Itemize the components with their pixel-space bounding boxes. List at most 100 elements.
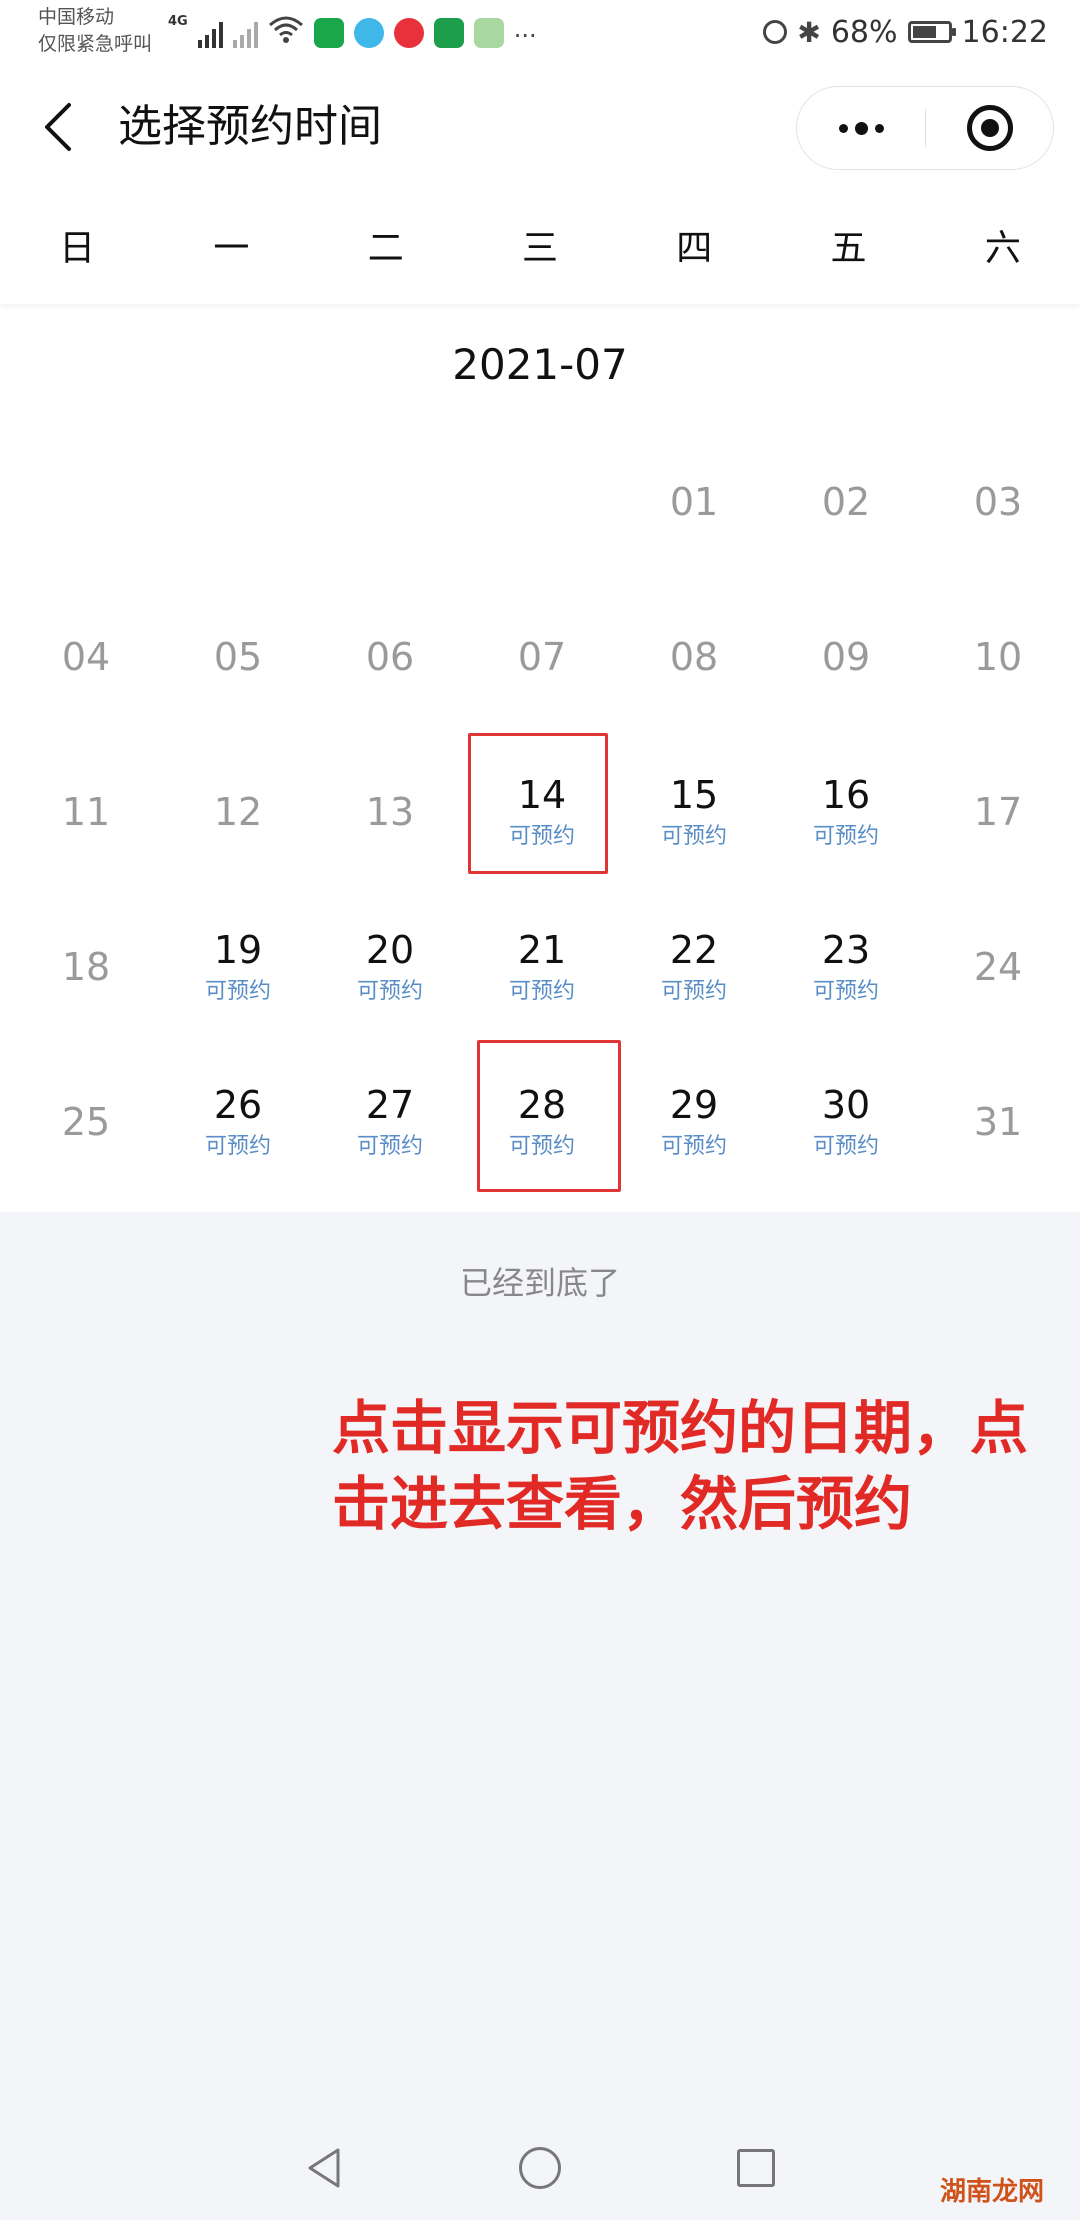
day-cell-25: 25 — [10, 1044, 162, 1199]
weekday-label: 日 — [59, 228, 96, 269]
day-cell-11: 11 — [10, 734, 162, 889]
day-cell-08: 08 — [618, 579, 770, 734]
nav-home-button[interactable] — [500, 2128, 580, 2208]
day-cell-29[interactable]: 29 可预约 — [618, 1044, 770, 1199]
day-cell-24: 24 — [922, 889, 1074, 1044]
day-cell-22[interactable]: 22 可预约 — [618, 889, 770, 1044]
video-app-icon — [353, 18, 384, 48]
recent-apps-icon — [737, 2149, 775, 2187]
weekday-header: 日一二三四五六 — [0, 194, 1080, 304]
network-type-label: 4G — [168, 14, 188, 29]
watermark: 湖南龙网 — [939, 2177, 1044, 2207]
month-title: 2021-07 — [452, 340, 628, 389]
target-circle-icon — [967, 105, 1013, 151]
day-number: 01 — [669, 479, 719, 524]
day-cell-26[interactable]: 26 可预约 — [162, 1044, 314, 1199]
day-cell-27[interactable]: 27 可预约 — [314, 1044, 466, 1199]
day-number: 06 — [365, 634, 415, 679]
header: 选择预约时间 — [0, 64, 1080, 194]
weekday-label: 五 — [830, 228, 867, 269]
day-cell-19[interactable]: 19 可预约 — [162, 889, 314, 1044]
day-cell-16[interactable]: 16 可预约 — [770, 734, 922, 889]
weekday-label: 四 — [676, 228, 713, 269]
day-cell-07: 07 — [466, 579, 618, 734]
end-of-list-text: 已经到底了 — [459, 1264, 620, 1302]
day-number: 20 — [365, 927, 415, 972]
day-number: 17 — [973, 789, 1023, 834]
carrier-emergency: 仅限紧急呼叫 — [38, 33, 153, 55]
back-button[interactable] — [30, 94, 86, 160]
more-notifications-icon: ··· — [513, 22, 537, 50]
day-number: 29 — [669, 1082, 719, 1127]
navigation-bar: 湖南龙网 — [0, 2110, 1080, 2220]
day-cell-20[interactable]: 20 可预约 — [314, 889, 466, 1044]
day-number: 04 — [61, 634, 111, 679]
weekday-label: 一 — [213, 228, 250, 269]
bookable-label: 可预约 — [812, 823, 879, 849]
bookable-label: 可预约 — [508, 1133, 575, 1159]
day-cell-12: 12 — [162, 734, 314, 889]
day-number: 28 — [517, 1082, 567, 1127]
day-cell-28[interactable]: 28 可预约 — [466, 1040, 621, 1199]
capsule-close-button[interactable] — [926, 87, 1054, 169]
day-number: 27 — [365, 1082, 415, 1127]
page-title: 选择预约时间 — [118, 101, 382, 152]
day-number: 10 — [973, 634, 1023, 679]
day-cell-21[interactable]: 21 可预约 — [466, 889, 618, 1044]
home-circle-icon — [519, 2147, 561, 2189]
status-right: ✱ 68% 16:22 — [763, 10, 1048, 54]
day-cell-13: 13 — [314, 734, 466, 889]
clock: 16:22 — [961, 14, 1048, 50]
carrier-info: 中国移动 仅限紧急呼叫 — [38, 4, 152, 58]
day-cell-30[interactable]: 30 可预约 — [770, 1044, 922, 1199]
day-cell-empty — [10, 424, 162, 579]
day-cell-06: 06 — [314, 579, 466, 734]
status-icons: 4G ··· — [168, 14, 537, 48]
nav-back-button[interactable] — [284, 2128, 364, 2208]
day-cell-01: 01 — [618, 424, 770, 579]
capsule-more-button[interactable] — [797, 87, 925, 169]
day-number: 19 — [213, 927, 263, 972]
day-number: 30 — [821, 1082, 871, 1127]
day-cell-17: 17 — [922, 734, 1074, 889]
day-number: 22 — [669, 927, 719, 972]
day-number: 03 — [973, 479, 1023, 524]
bookable-label: 可预约 — [660, 978, 727, 1004]
day-cell-23[interactable]: 23 可预约 — [770, 889, 922, 1044]
day-number: 08 — [669, 634, 719, 679]
bookable-label: 可预约 — [356, 1133, 423, 1159]
day-number: 11 — [61, 789, 111, 834]
day-cell-09: 09 — [770, 579, 922, 734]
day-number: 07 — [517, 634, 567, 679]
nav-recent-button[interactable] — [716, 2128, 796, 2208]
day-number: 15 — [669, 772, 719, 817]
day-cell-15[interactable]: 15 可预约 — [618, 734, 770, 889]
bookable-label: 可预约 — [508, 978, 575, 1004]
day-number: 18 — [61, 944, 111, 989]
annotation-text: 点击显示可预约的日期，点击进去查看，然后预约 — [332, 1394, 1029, 1538]
day-grid: 01 02 03 04 05 06 07 08 09 10 11 12 13 14 可预约 15 可预约 16 可预… — [10, 424, 1074, 1199]
day-cell-31: 31 — [922, 1044, 1074, 1199]
calendar: 2021-07 01 02 03 04 05 06 07 08 09 10 11 12 13 14 可预约 1… — [0, 304, 1080, 1212]
day-number: 23 — [821, 927, 871, 972]
day-cell-14[interactable]: 14 可预约 — [466, 733, 618, 889]
more-dots-icon — [874, 123, 884, 133]
day-cell-02: 02 — [770, 424, 922, 579]
day-number: 16 — [821, 772, 871, 817]
bluetooth-icon: ✱ — [797, 15, 821, 49]
bookable-label: 可预约 — [812, 1133, 879, 1159]
bookable-label: 可预约 — [356, 978, 423, 1004]
day-number: 12 — [213, 789, 263, 834]
day-number: 05 — [213, 634, 263, 679]
mini-program-capsule — [796, 86, 1054, 170]
weekday-label: 六 — [984, 228, 1021, 269]
status-bar: 中国移动 仅限紧急呼叫 4G ··· ✱ 68% 16:22 — [0, 0, 1080, 64]
bookable-label: 可预约 — [508, 823, 575, 849]
signal-icon — [197, 20, 223, 48]
day-cell-empty — [162, 424, 314, 579]
more-dots-icon — [838, 123, 848, 133]
wifi-icon — [268, 14, 304, 48]
bookable-label: 可预约 — [660, 1133, 727, 1159]
signal-2-icon — [232, 20, 258, 48]
chevron-left-icon — [45, 103, 71, 151]
